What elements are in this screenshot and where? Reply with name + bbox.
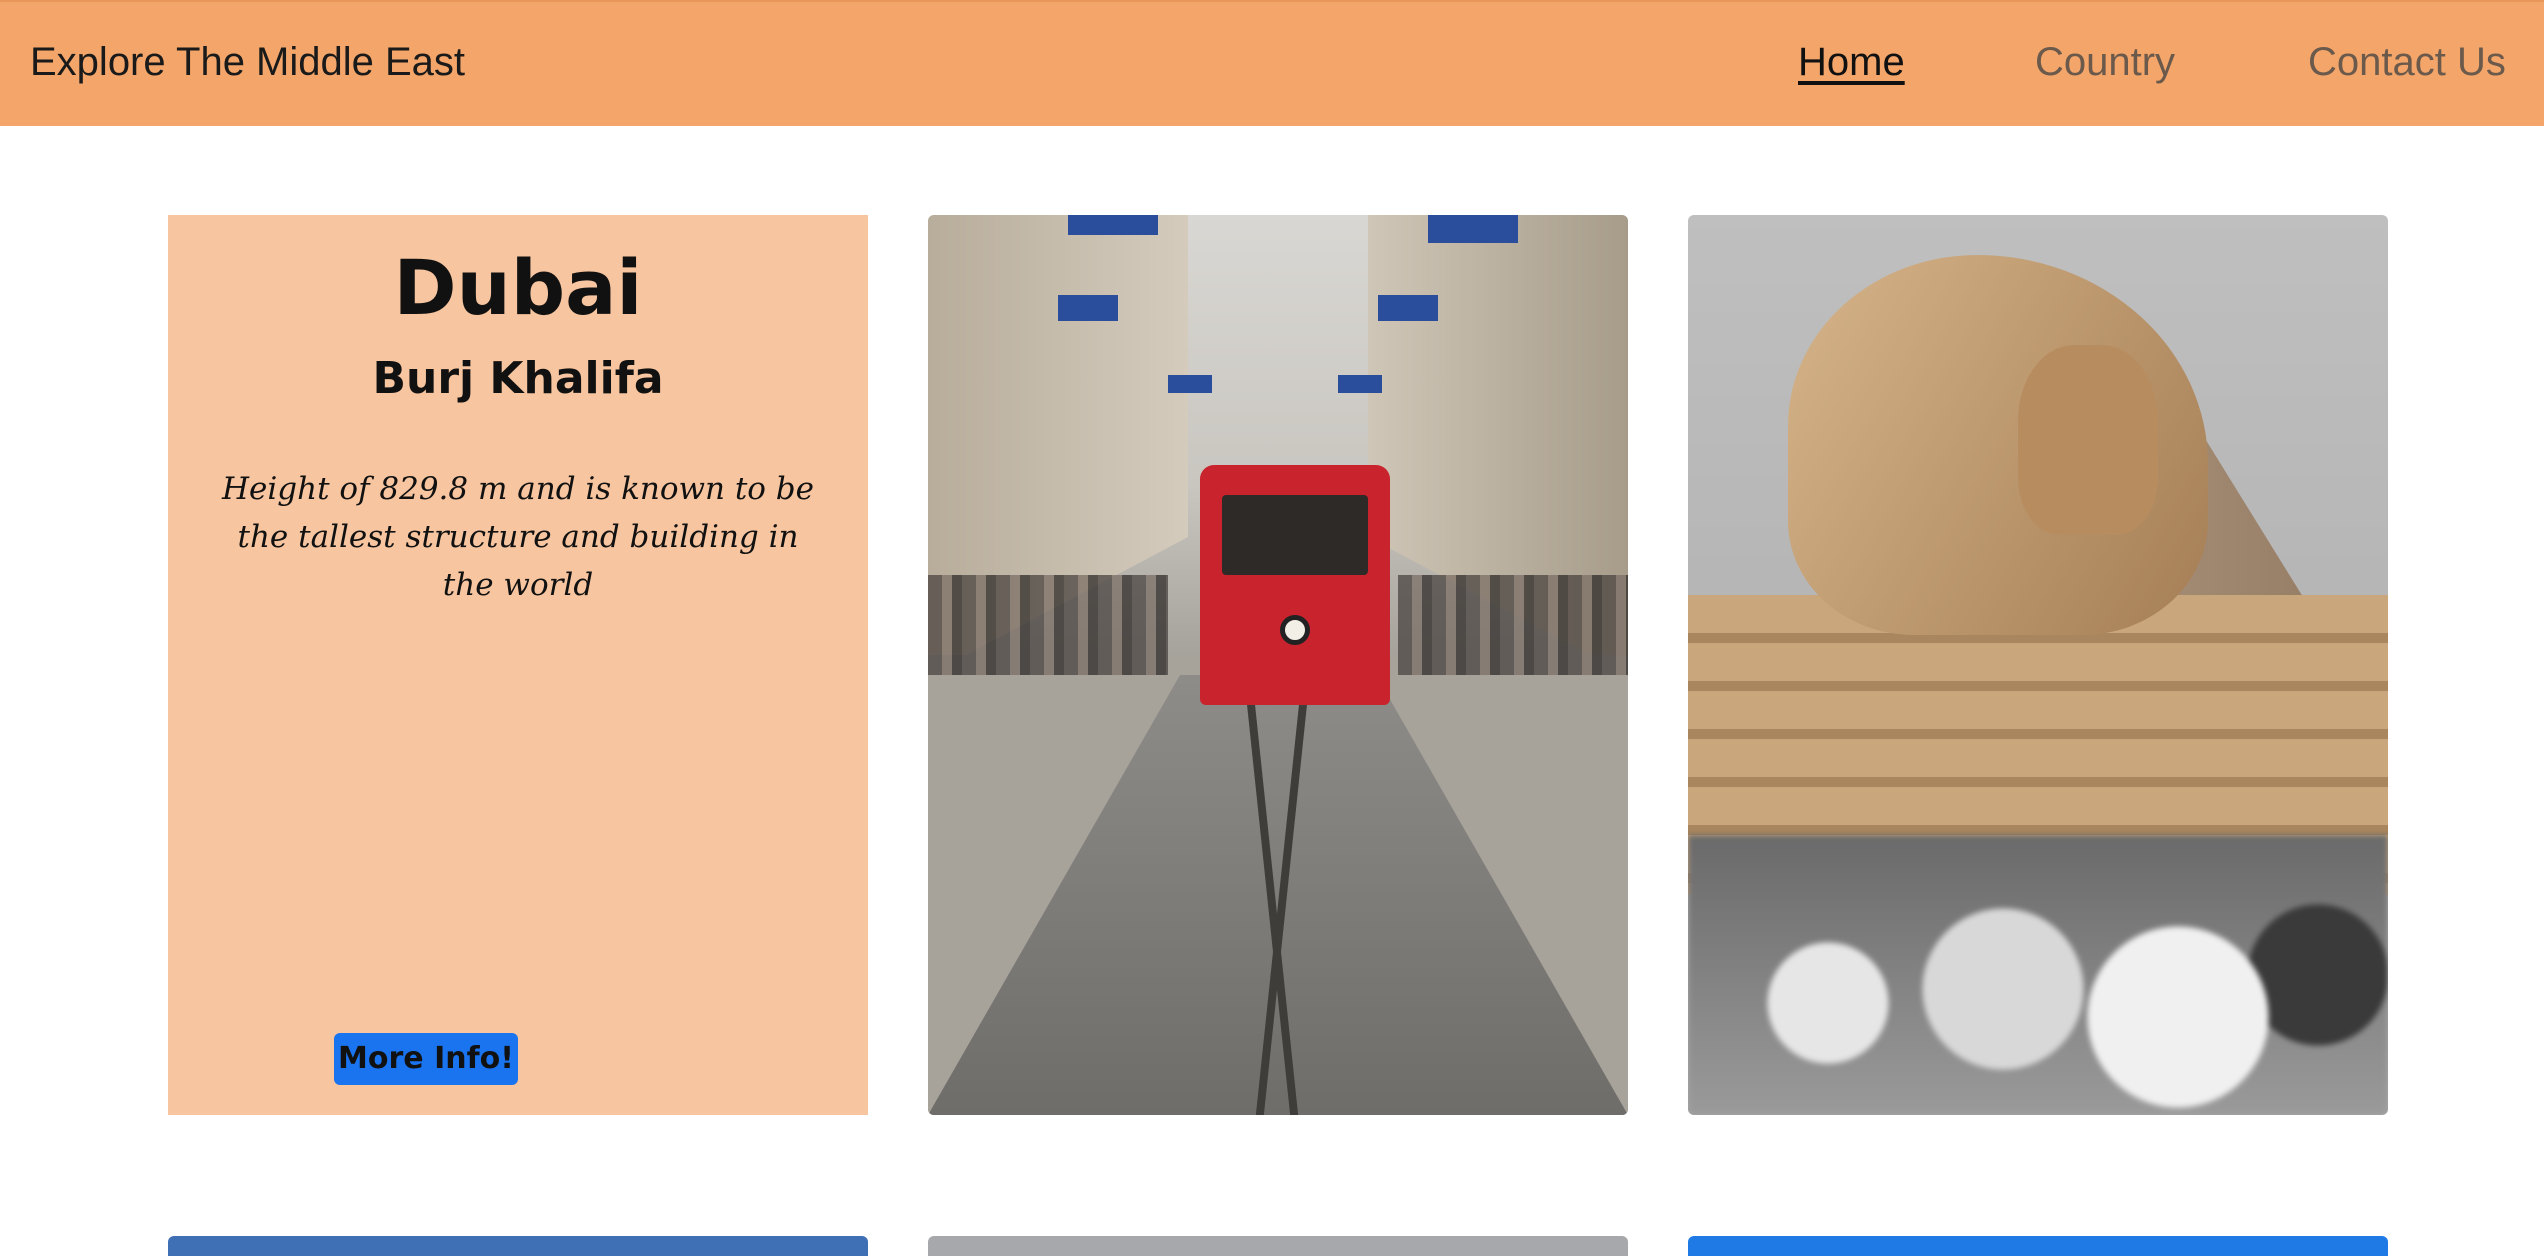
street-banner — [1338, 375, 1382, 393]
sphinx-photo[interactable] — [1688, 215, 2388, 1115]
nav-link-contact-us[interactable]: Contact Us — [2308, 40, 2506, 85]
street-banner — [1168, 375, 1212, 393]
crowd-right — [1398, 575, 1628, 675]
sphinx-face — [2018, 345, 2158, 535]
more-info-button[interactable]: More Info! — [334, 1033, 518, 1085]
info-card-dubai: Dubai Burj Khalifa Height of 829.8 m and… — [168, 215, 868, 1115]
tram-window — [1222, 495, 1368, 575]
red-tram — [1200, 465, 1390, 705]
card-row2-3[interactable] — [1688, 1236, 2388, 1256]
card-row2-2[interactable] — [928, 1236, 1628, 1256]
street-banner — [1428, 215, 1518, 243]
card-row2-1[interactable] — [168, 1236, 868, 1256]
tram-street-photo[interactable] — [928, 215, 1628, 1115]
card-title: Dubai — [393, 243, 643, 332]
top-navbar: Explore The Middle East Home Country Con… — [0, 0, 2544, 126]
nav-link-home[interactable]: Home — [1798, 40, 1905, 85]
card-description: Height of 829.8 m and is known to be the… — [221, 471, 814, 603]
card-subtitle: Burj Khalifa — [372, 353, 664, 404]
tourist-crowd — [1688, 835, 2388, 1115]
brand-title[interactable]: Explore The Middle East — [30, 40, 465, 85]
nav-link-country[interactable]: Country — [2035, 40, 2175, 85]
crowd-left — [928, 575, 1168, 675]
street-banner — [1378, 295, 1438, 321]
street-banner — [1068, 215, 1158, 235]
tram-headlight — [1280, 615, 1310, 645]
street-banner — [1058, 295, 1118, 321]
